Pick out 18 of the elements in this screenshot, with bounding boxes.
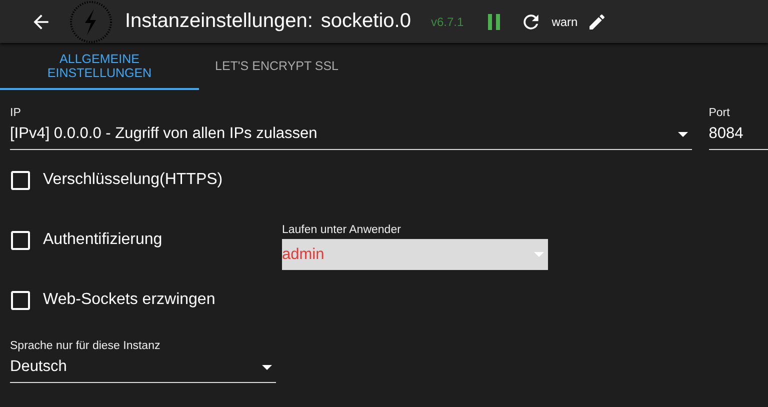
port-field[interactable]: Port 8084	[708, 107, 768, 150]
log-level-label: warn	[552, 14, 578, 28]
tab[interactable]: ALLGEMEINE EINSTELLUNGEN	[0, 43, 199, 90]
checkbox[interactable]	[11, 170, 30, 190]
ip-select[interactable]: IP [IPv4] 0.0.0.0 - Zugriff von allen IPs zulassen	[10, 107, 692, 150]
checkbox[interactable]	[11, 230, 30, 250]
checkbox-label: Verschlüsselung(HTTPS)	[43, 171, 224, 189]
language-select[interactable]: Sprache nur für diese Instanz Deutsch	[10, 340, 276, 383]
checkbox-label: Authentifizierung	[43, 231, 164, 249]
lightning-logo-icon	[69, 0, 113, 44]
edit-icon[interactable]	[586, 12, 607, 32]
pause-icon[interactable]	[488, 14, 500, 30]
instance-name: socketio.0	[320, 10, 411, 33]
checkbox[interactable]	[11, 290, 30, 310]
version-label: v6.7.1	[430, 14, 464, 28]
checkbox-label: Web-Sockets erzwingen	[43, 291, 216, 309]
window-title: Instanzeinstellungen:	[125, 10, 313, 33]
tab[interactable]: LET'S ENCRYPT SSL	[199, 43, 348, 90]
